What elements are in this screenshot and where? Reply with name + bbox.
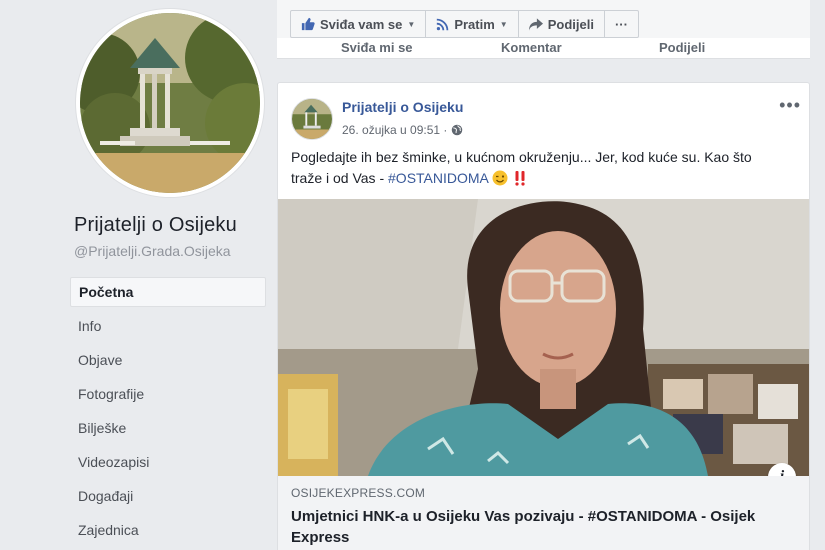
double-exclamation-icon	[515, 171, 525, 186]
more-options-button[interactable]: ···	[605, 11, 638, 37]
nav-item-zajednica[interactable]: Zajednica	[70, 515, 266, 549]
share-page-button[interactable]: Podijeli	[519, 11, 605, 37]
nav-item-objave[interactable]: Objave	[70, 345, 266, 379]
gazebo-avatar-icon	[292, 99, 332, 139]
nav-item-fotografije[interactable]: Fotografije	[70, 379, 266, 413]
post-text-line2: traže i od Vas -	[291, 170, 389, 186]
share-arrow-icon	[528, 17, 543, 31]
link-preview-caption[interactable]: OSIJEKEXPRESS.COM Umjetnici HNK-a u Osij…	[278, 476, 809, 550]
video-frame-image	[278, 199, 809, 476]
link-title[interactable]: Umjetnici HNK-a u Osijeku Vas pozivaju -…	[291, 506, 796, 548]
like-page-button[interactable]: Sviđa vam se ▼	[291, 11, 427, 37]
post-options-button[interactable]: •••	[779, 95, 801, 116]
page-nav: Početna Info Objave Fotografije Bilješke…	[70, 277, 266, 549]
thumbs-up-icon	[301, 17, 315, 31]
page-name[interactable]: Prijatelji o Osijeku	[74, 214, 237, 237]
post-author-name[interactable]: Prijatelji o Osijeku	[342, 99, 463, 115]
share-page-label: Podijeli	[547, 16, 594, 32]
follow-page-button[interactable]: Pratim ▼	[426, 11, 519, 37]
post-meta: 26. ožujka u 09:51 ·	[342, 123, 463, 137]
link-domain: OSIJEKEXPRESS.COM	[291, 486, 426, 500]
chevron-down-icon: ▼	[407, 19, 416, 29]
nav-item-biljeske[interactable]: Bilješke	[70, 413, 266, 447]
globe-icon[interactable]	[451, 124, 463, 136]
prev-like-action[interactable]: Sviđa mi se	[341, 40, 413, 55]
profile-picture[interactable]	[76, 9, 264, 197]
post-message: Pogledajte ih bez šminke, u kućnom okruž…	[291, 147, 796, 189]
follow-page-label: Pratim	[454, 16, 495, 32]
nav-item-dogadaji[interactable]: Događaji	[70, 481, 266, 515]
gazebo-photo-icon	[80, 13, 260, 193]
rss-icon	[436, 18, 449, 30]
page-sidebar: Prijatelji o Osijeku @Prijatelji.Grada.O…	[0, 0, 280, 550]
post-card: Prijatelji o Osijeku 26. ožujka u 09:51 …	[277, 82, 810, 550]
post-text-line1: Pogledajte ih bez šminke, u kućnom okruž…	[291, 149, 752, 165]
previous-post-action-row: Sviđa mi se Komentar Podijeli	[277, 38, 810, 59]
like-page-label: Sviđa vam se	[320, 16, 403, 32]
post-author-avatar[interactable]	[291, 98, 333, 140]
nav-item-videozapisi[interactable]: Videozapisi	[70, 447, 266, 481]
page-action-bar: Sviđa mi se Komentar Podijeli Sviđa vam …	[277, 0, 810, 59]
link-preview-image[interactable]	[278, 199, 809, 476]
prev-comment-action[interactable]: Komentar	[501, 40, 562, 55]
nav-item-pocetna[interactable]: Početna	[70, 277, 266, 307]
post-timestamp[interactable]: 26. ožujka u 09:51 ·	[342, 123, 447, 137]
nav-item-info[interactable]: Info	[70, 311, 266, 345]
wink-emoji-icon	[492, 170, 508, 186]
page-handle: @Prijatelji.Grada.Osijeka	[74, 243, 231, 259]
hashtag-link[interactable]: #OSTANIDOMA	[388, 170, 488, 186]
chevron-down-icon: ▼	[499, 19, 508, 29]
prev-share-action[interactable]: Podijeli	[659, 40, 705, 55]
page-actions-group: Sviđa vam se ▼ Pratim ▼ Podijeli ···	[290, 10, 639, 38]
